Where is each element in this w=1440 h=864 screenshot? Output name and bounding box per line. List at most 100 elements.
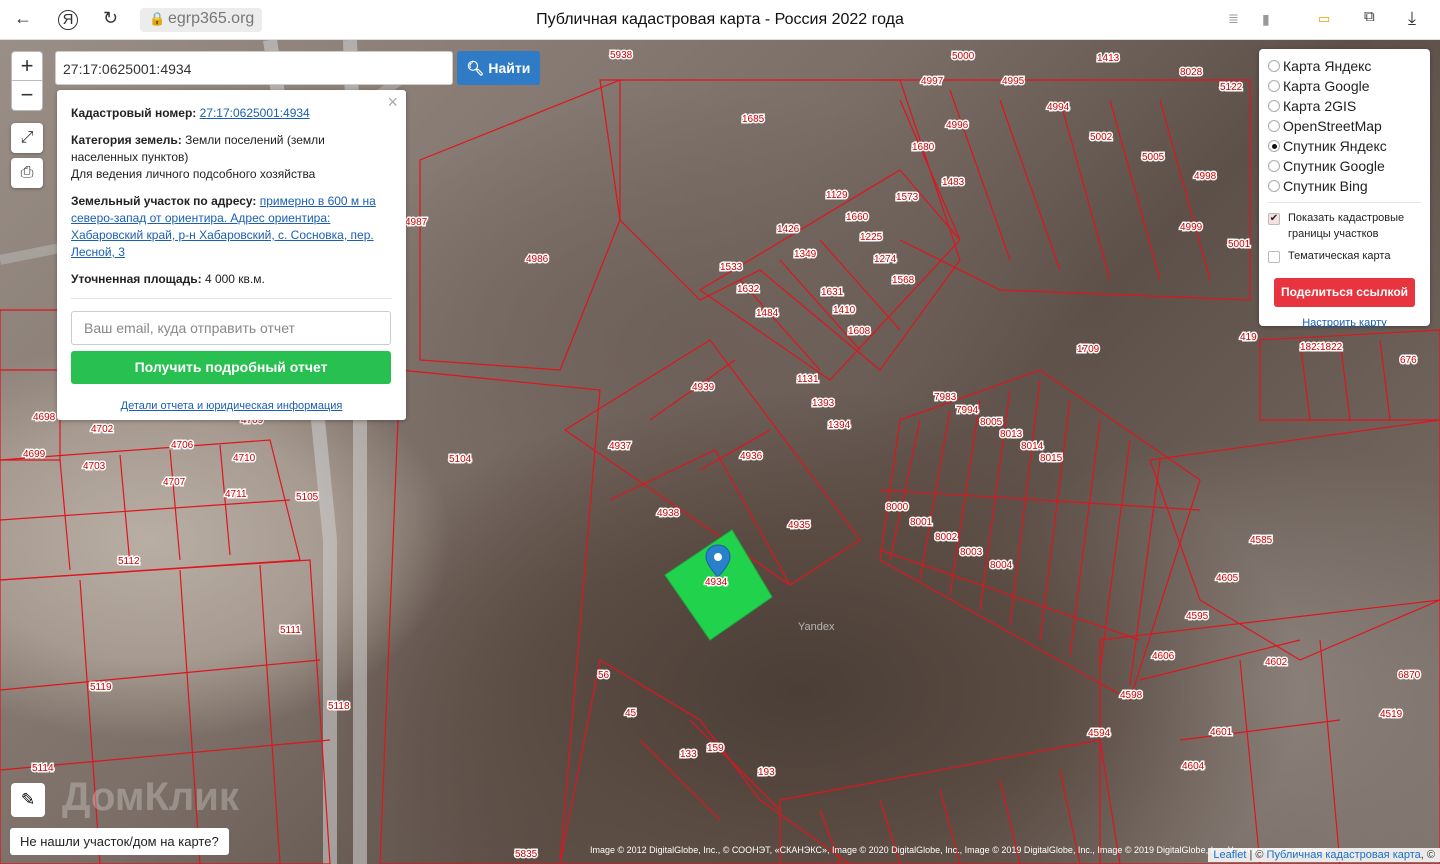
email-input[interactable]: Ваш email, куда отправить отчет <box>71 311 391 345</box>
parcel-label[interactable]: 4996 <box>945 119 971 133</box>
checkbox-checked[interactable]: ✔ <box>1268 213 1280 225</box>
parcel-label[interactable]: 133 <box>679 748 699 762</box>
layer-option[interactable]: Спутник Яндекс <box>1268 136 1421 156</box>
leaflet-link[interactable]: Leaflet <box>1213 849 1246 861</box>
parcel-label[interactable]: 4605 <box>1215 572 1241 586</box>
cad-number-link[interactable]: 27:17:0625001:4934 <box>200 106 310 120</box>
parcel-label[interactable]: 4703 <box>82 460 108 474</box>
parcel-label[interactable]: 4602 <box>1264 656 1290 670</box>
parcel-label[interactable]: 1533 <box>719 261 745 275</box>
configure-map-link[interactable]: Настроить карту <box>1268 317 1421 329</box>
radio-icon[interactable] <box>1268 140 1280 152</box>
zoom-in-button[interactable]: + <box>11 51 43 81</box>
parcel-label[interactable]: 5002 <box>1089 131 1115 145</box>
parcel-label[interactable]: 8000 <box>885 501 911 515</box>
parcel-label[interactable]: 1413 <box>1096 52 1122 66</box>
parcel-label[interactable]: 193 <box>757 766 777 780</box>
layer-option[interactable]: Карта Яндекс <box>1268 56 1421 76</box>
parcel-label[interactable]: 8014 <box>1020 440 1046 454</box>
collections-icon[interactable]: ⧉ <box>1364 8 1375 25</box>
parcel-label[interactable]: 5111 <box>279 624 303 638</box>
parcel-label[interactable]: 8015 <box>1039 452 1065 466</box>
bookmark-icon[interactable]: ▮ <box>1262 11 1270 28</box>
parcel-label[interactable]: 159 <box>706 742 726 756</box>
parcel-label[interactable]: 8002 <box>934 531 960 545</box>
share-link-button[interactable]: Поделиться ссылкой <box>1274 278 1415 307</box>
parcel-label[interactable]: 4994 <box>1046 101 1072 115</box>
parcel-label[interactable]: 5835 <box>514 848 540 862</box>
layer-option[interactable]: Карта 2GIS <box>1268 96 1421 116</box>
parcel-label[interactable]: 1632 <box>736 283 762 297</box>
parcel-label[interactable]: 1274 <box>873 253 899 267</box>
close-icon[interactable]: × <box>387 93 398 111</box>
radio-icon[interactable] <box>1268 60 1280 72</box>
parcel-label[interactable]: 4987 <box>404 216 430 230</box>
parcel-label[interactable]: 4939 <box>691 381 717 395</box>
parcel-label[interactable]: 4938 <box>656 507 682 521</box>
parcel-label[interactable]: 1225 <box>859 231 885 245</box>
parcel-label[interactable]: 45 <box>624 707 639 721</box>
parcel-label[interactable]: 5114 <box>31 762 56 776</box>
parcel-label[interactable]: 5104 <box>448 453 474 467</box>
parcel-label[interactable]: 1660 <box>845 211 871 225</box>
reader-icon[interactable]: ≣ <box>1228 11 1239 27</box>
parcel-label[interactable]: 8028 <box>1179 66 1205 80</box>
parcel-label[interactable]: 4998 <box>1193 170 1219 184</box>
show-borders-checkbox[interactable]: ✔ Показать кадастровые границы участков <box>1268 210 1421 242</box>
parcel-label[interactable]: 1484 <box>755 307 781 321</box>
layer-option[interactable]: Спутник Google <box>1268 156 1421 176</box>
layer-option[interactable]: Спутник Bing <box>1268 176 1421 196</box>
parcel-label[interactable]: 4710 <box>232 452 258 466</box>
parcel-label[interactable]: 4995 <box>1001 75 1027 89</box>
parcel-label[interactable]: 7994 <box>955 404 981 418</box>
radio-icon[interactable] <box>1268 120 1280 132</box>
parcel-label[interactable]: 1608 <box>847 325 873 339</box>
layer-option[interactable]: Карта Google <box>1268 76 1421 96</box>
parcel-label[interactable]: 4937 <box>608 440 634 454</box>
parcel-label[interactable]: 1631 <box>820 286 846 300</box>
download-icon[interactable]: ⤓ <box>1408 8 1416 29</box>
layer-option[interactable]: OpenStreetMap <box>1268 116 1421 136</box>
parcel-label[interactable]: 5105 <box>295 491 321 505</box>
fullscreen-button[interactable]: ⤢ <box>11 123 43 153</box>
parcel-label[interactable]: 4699 <box>22 448 48 462</box>
parcel-label[interactable]: 1410 <box>832 304 858 318</box>
parcel-label[interactable]: 5000 <box>951 50 977 64</box>
parcel-label[interactable]: 1393 <box>811 397 837 411</box>
parcel-label[interactable]: 5118 <box>327 700 352 714</box>
radio-icon[interactable] <box>1268 100 1280 112</box>
parcel-label[interactable]: 5112 <box>117 555 142 569</box>
parcel-label[interactable]: 1426 <box>776 223 802 237</box>
parcel-label[interactable]: 1573 <box>895 191 921 205</box>
parcel-label[interactable]: 4519 <box>1379 708 1405 722</box>
parcel-label[interactable]: 419 <box>1239 331 1259 345</box>
parcel-label[interactable]: 4698 <box>32 411 58 425</box>
parcel-label[interactable]: 4936 <box>739 450 765 464</box>
parcel-label[interactable]: 8005 <box>979 416 1005 430</box>
parcel-label[interactable]: 4594 <box>1087 727 1113 741</box>
parcel-label[interactable]: 4585 <box>1249 534 1275 548</box>
parcel-label[interactable]: 5005 <box>1141 151 1167 165</box>
radio-icon[interactable] <box>1268 180 1280 192</box>
checkbox-unchecked[interactable] <box>1268 251 1280 263</box>
zoom-out-button[interactable]: − <box>11 81 43 111</box>
parcel-label[interactable]: 5938 <box>609 49 635 63</box>
parcel-label[interactable]: 1685 <box>741 113 767 127</box>
parcel-label[interactable]: 4702 <box>90 423 116 437</box>
parcel-label[interactable]: 4997 <box>920 75 946 89</box>
parcel-label[interactable]: 4934 <box>704 576 730 590</box>
parcel-label[interactable]: 8003 <box>959 546 985 560</box>
parcel-label[interactable]: 8001 <box>909 516 935 530</box>
parcel-label[interactable]: 1394 <box>827 419 853 433</box>
not-found-button[interactable]: Не нашли участок/дом на карте? <box>10 828 229 855</box>
report-details-link[interactable]: Детали отчета и юридическая информация <box>71 398 392 415</box>
parcel-label[interactable]: 4606 <box>1151 650 1177 664</box>
parcel-label[interactable]: 1483 <box>941 176 967 190</box>
parcel-label[interactable]: 8004 <box>989 559 1015 573</box>
parcel-label[interactable]: 4601 <box>1209 726 1235 740</box>
parcel-label[interactable]: 1709 <box>1076 343 1102 357</box>
search-input[interactable]: 27:17:0625001:4934 <box>55 51 453 85</box>
parcel-label[interactable]: 4598 <box>1119 689 1145 703</box>
edit-button[interactable]: ✎ <box>11 783 45 817</box>
thematic-checkbox[interactable]: Тематическая карта <box>1268 248 1421 264</box>
